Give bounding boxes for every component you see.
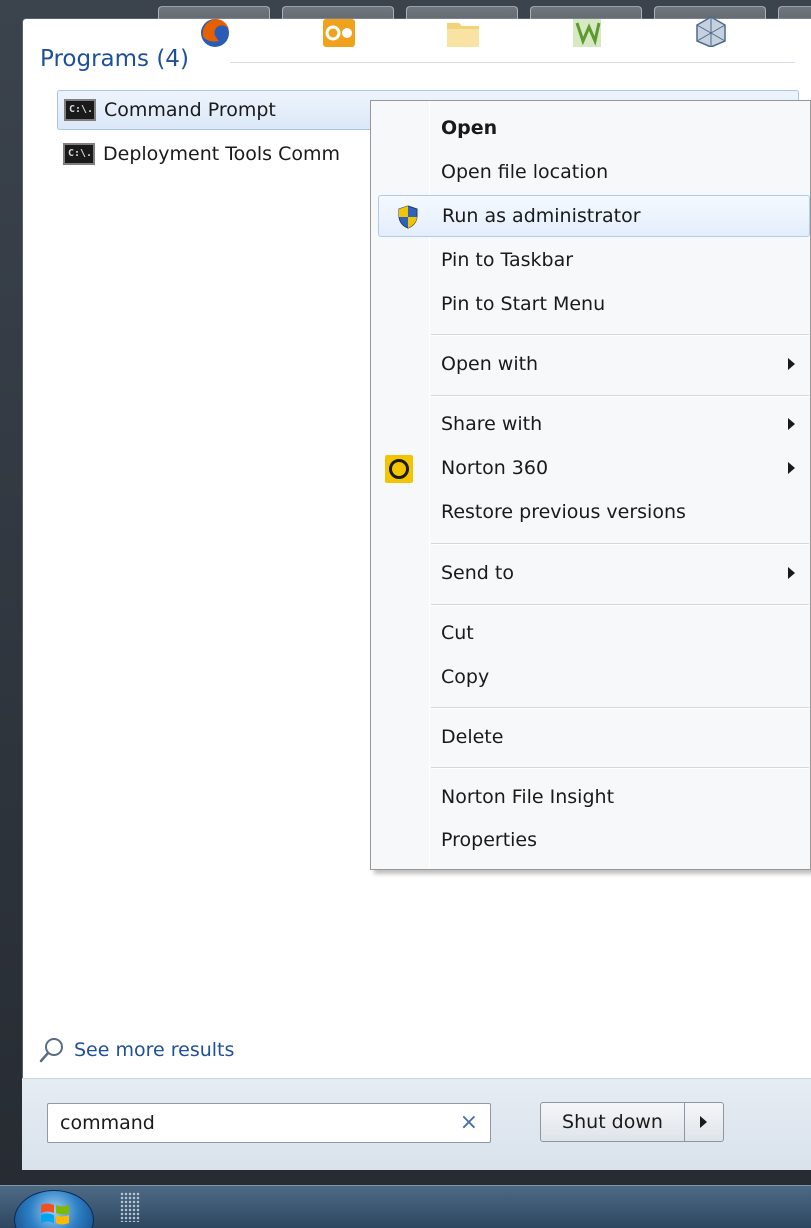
menu-item-norton-360[interactable]: Norton 360 — [373, 447, 811, 489]
taskbar-virtualbox-button[interactable] — [654, 6, 766, 47]
see-more-results-link[interactable]: See more results — [38, 1035, 234, 1065]
clear-search-icon[interactable]: × — [460, 1110, 478, 1135]
menu-item-open[interactable]: Open — [373, 107, 811, 149]
menu-item-open-with[interactable]: Open with — [373, 343, 811, 385]
menu-item-copy[interactable]: Copy — [373, 656, 811, 698]
menu-separator — [431, 604, 809, 606]
menu-item-cut[interactable]: Cut — [373, 612, 811, 654]
menu-item-properties[interactable]: Properties — [373, 819, 811, 861]
menu-item-pin-to-start-menu[interactable]: Pin to Start Menu — [373, 283, 811, 325]
firefox-icon — [201, 19, 229, 47]
outlook-icon — [323, 19, 355, 47]
magnifier-icon — [39, 1038, 63, 1063]
taskbar-partial-button[interactable] — [778, 6, 811, 46]
result-deployment-tools[interactable]: C:\. Deployment Tools Comm — [57, 134, 340, 174]
submenu-arrow-icon — [788, 358, 795, 370]
app-icon — [573, 19, 601, 47]
taskbar-outlook-button[interactable] — [282, 6, 394, 47]
menu-separator — [431, 707, 809, 709]
programs-divider — [230, 62, 795, 63]
menu-item-restore-previous-versions[interactable]: Restore previous versions — [373, 491, 811, 533]
menu-item-delete[interactable]: Delete — [373, 716, 811, 758]
menu-item-norton-file-insight[interactable]: Norton File Insight — [373, 776, 811, 818]
see-more-label: See more results — [74, 1039, 235, 1061]
menu-separator — [431, 767, 809, 769]
menu-item-pin-to-taskbar[interactable]: Pin to Taskbar — [373, 239, 811, 281]
submenu-arrow-icon — [788, 567, 795, 579]
cmd-icon: C:\. — [64, 99, 96, 121]
virtualbox-icon — [696, 16, 726, 47]
folder-icon — [447, 23, 479, 47]
programs-header: Programs (4) — [40, 46, 189, 72]
uac-shield-icon — [398, 205, 418, 229]
context-menu: Open Open file location Run as administr… — [370, 100, 811, 870]
shutdown-button[interactable]: Shut down — [540, 1102, 685, 1142]
submenu-arrow-icon — [788, 418, 795, 430]
menu-item-send-to[interactable]: Send to — [373, 552, 811, 594]
menu-item-share-with[interactable]: Share with — [373, 403, 811, 445]
taskbar-explorer-button[interactable] — [406, 6, 518, 47]
norton-icon — [385, 455, 413, 483]
windows-flag-icon — [41, 1203, 69, 1225]
taskbar-app-button[interactable] — [530, 6, 642, 47]
cmd-icon: C:\. — [63, 143, 95, 165]
menu-item-open-file-location[interactable]: Open file location — [373, 151, 811, 193]
taskbar-grip — [120, 1192, 140, 1222]
shutdown-arrow-icon — [700, 1116, 707, 1128]
submenu-arrow-icon — [788, 462, 795, 474]
menu-separator — [431, 543, 809, 545]
menu-separator — [431, 334, 809, 336]
shutdown-options-button[interactable] — [684, 1102, 724, 1142]
menu-item-run-as-administrator[interactable]: Run as administrator — [378, 195, 810, 237]
search-input[interactable] — [48, 1105, 428, 1141]
result-label: Deployment Tools Comm — [103, 143, 341, 165]
result-label: Command Prompt — [104, 99, 276, 121]
taskbar-firefox-button[interactable] — [158, 6, 270, 47]
search-box: × — [47, 1103, 491, 1143]
menu-separator — [431, 395, 809, 397]
